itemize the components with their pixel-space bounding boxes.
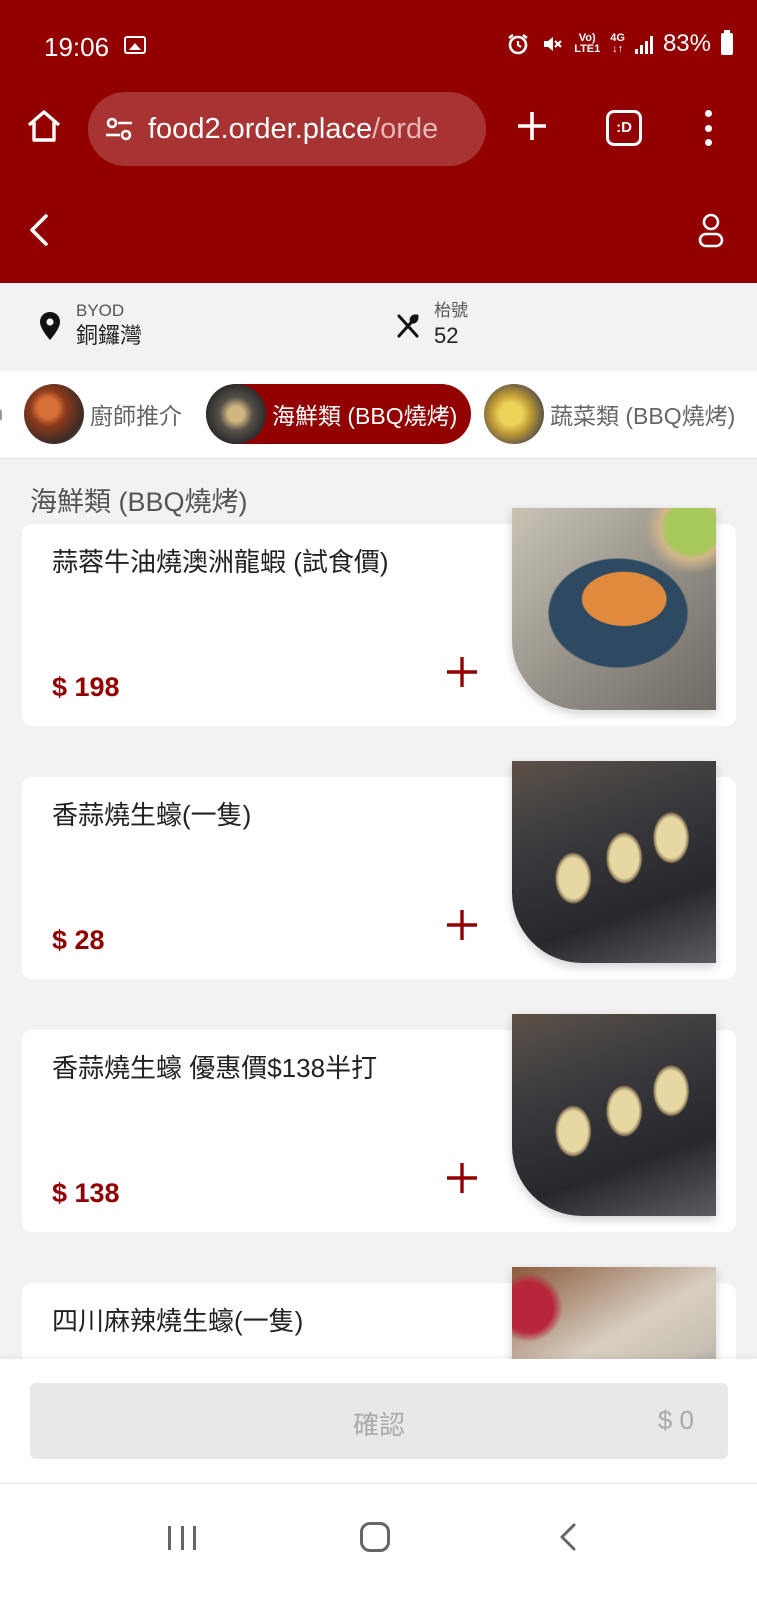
- status-right: Vo) LTE1 4G ↓↑ 83%: [506, 30, 733, 58]
- section-title: 海鮮類 (BBQ燒烤): [30, 487, 248, 517]
- home-icon[interactable]: [24, 106, 64, 146]
- tab-seafood-bbq[interactable]: 海鮮類 (BBQ燒烤): [206, 384, 472, 444]
- confirm-button[interactable]: 確認 $ 0: [30, 1383, 728, 1459]
- table-label: 枱號: [434, 301, 468, 320]
- category-label: 海鮮類 (BBQ燒烤): [272, 403, 458, 429]
- battery-percent: 83%: [662, 30, 711, 57]
- category-tabs: 廚師推介 海鮮類 (BBQ燒烤) 蔬菜類 (BBQ燒烤): [0, 371, 757, 459]
- category-thumbnail: [206, 384, 266, 444]
- item-name: 香蒜燒生蠔(一隻): [52, 800, 252, 830]
- add-icon[interactable]: [444, 654, 480, 690]
- category-label: 廚師推介: [90, 403, 182, 429]
- utensils-icon: [397, 314, 419, 338]
- volte-indicator: Vo) LTE1: [574, 33, 600, 55]
- battery-icon: [721, 30, 733, 55]
- table-info: 枱號 52: [396, 301, 468, 351]
- system-nav-bar: [0, 1483, 757, 1600]
- back-nav-icon[interactable]: [556, 1522, 580, 1552]
- order-info-bar: BYOD 銅鑼灣 枱號 52: [0, 283, 757, 371]
- item-name: 四川麻辣燒生蠔(一隻): [52, 1306, 304, 1336]
- order-total: $ 0: [657, 1405, 694, 1435]
- store-info: BYOD 銅鑼灣: [38, 301, 142, 351]
- confirm-bar: 確認 $ 0: [0, 1359, 757, 1483]
- item-price: $ 198: [52, 672, 120, 702]
- item-price: $ 138: [52, 1178, 120, 1208]
- network-indicator: 4G ↓↑: [610, 33, 625, 55]
- user-icon[interactable]: [696, 210, 726, 250]
- category-thumbnail: [24, 384, 84, 444]
- add-icon[interactable]: [444, 1160, 480, 1196]
- menu-item[interactable]: 蒜蓉牛油燒澳洲龍蝦 (試食價) $ 198: [22, 508, 736, 726]
- item-photo: [512, 761, 716, 963]
- confirm-label: 確認: [352, 1410, 405, 1440]
- site-settings-icon[interactable]: [104, 116, 134, 142]
- item-photo: [512, 1014, 716, 1216]
- alarm-icon: [508, 34, 528, 55]
- browser-toolbar: food2.order.place/orde :D: [0, 92, 757, 168]
- previous-category-edge: [0, 409, 2, 421]
- tab-chef-recommend[interactable]: 廚師推介: [24, 384, 196, 444]
- item-name: 香蒜燒生蠔 優惠價$138半打: [52, 1053, 378, 1083]
- top-header: 19:06 Vo) LTE1 4G ↓↑ 83% food2.order.pla…: [0, 0, 757, 283]
- item-name: 蒜蓉牛油燒澳洲龍蝦 (試食價): [52, 547, 389, 577]
- status-bar: 19:06 Vo) LTE1 4G ↓↑ 83%: [0, 0, 757, 96]
- status-time: 19:06: [44, 32, 110, 62]
- signal-icon: [634, 34, 653, 54]
- app-bar: [0, 196, 757, 266]
- menu-item[interactable]: 香蒜燒生蠔 優惠價$138半打 $ 138: [22, 1014, 736, 1232]
- store-label: BYOD: [76, 301, 125, 320]
- address-bar[interactable]: food2.order.place/orde: [88, 92, 486, 166]
- category-label: 蔬菜類 (BBQ燒烤): [550, 403, 736, 429]
- back-icon[interactable]: [24, 210, 54, 250]
- home-nav-icon[interactable]: [360, 1522, 390, 1552]
- menu-item[interactable]: 香蒜燒生蠔(一隻) $ 28: [22, 761, 736, 979]
- add-icon[interactable]: [444, 907, 480, 943]
- image-icon: [124, 36, 146, 54]
- tabs-icon[interactable]: :D: [606, 110, 642, 146]
- item-price: $ 28: [52, 925, 105, 955]
- item-photo: [512, 508, 716, 710]
- recent-apps-icon[interactable]: [168, 1526, 196, 1550]
- location-pin-icon: [40, 312, 60, 340]
- new-tab-icon[interactable]: [512, 106, 552, 146]
- volte-bottom: LTE1: [574, 43, 601, 55]
- url-path: /orde: [372, 112, 439, 145]
- url-text: food2.order.place/orde: [148, 113, 438, 146]
- network-activity: ↓↑: [612, 43, 624, 55]
- more-icon[interactable]: [700, 108, 716, 148]
- category-thumbnail: [484, 384, 544, 444]
- tab-vegetable-bbq[interactable]: 蔬菜類 (BBQ燒烤): [484, 384, 749, 444]
- url-host: food2.order.place: [148, 112, 373, 145]
- table-number: 52: [434, 323, 459, 348]
- mute-icon: [544, 37, 562, 51]
- store-name: 銅鑼灣: [76, 323, 143, 348]
